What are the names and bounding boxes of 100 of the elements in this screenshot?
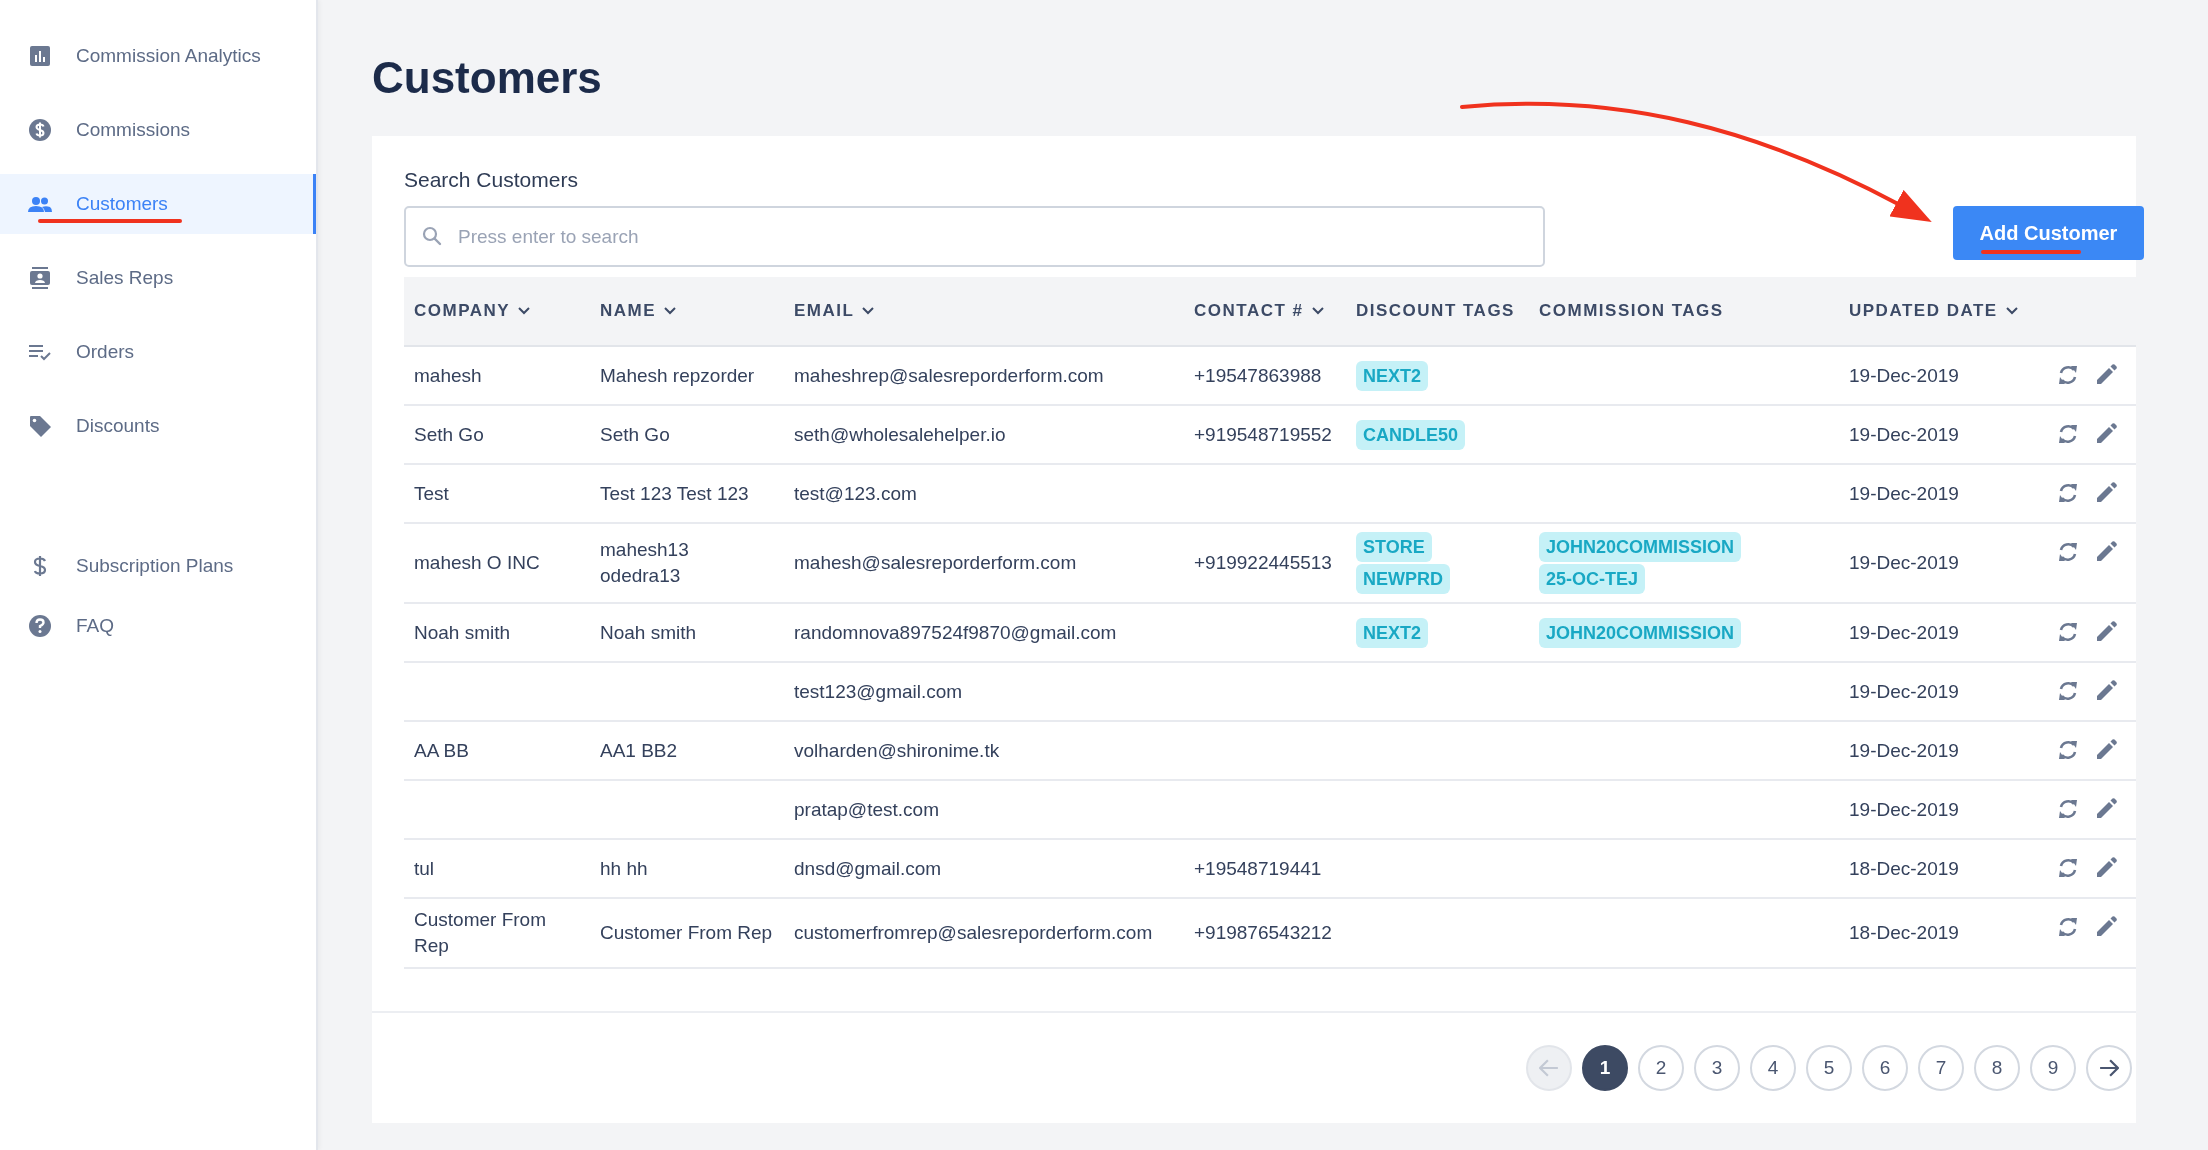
page-button[interactable]: 5 — [1806, 1045, 1852, 1091]
tag: NEXT2 — [1356, 360, 1429, 391]
table-cell-text: 19-Dec-2019 — [1849, 363, 1959, 388]
tag: JOHN20COMMISSION — [1539, 532, 1742, 562]
table-cell-text: Test 123 Test 123 — [600, 481, 749, 506]
arrow-right-icon — [2099, 1059, 2119, 1077]
table-cell-text: Seth Go — [414, 422, 484, 447]
table-cell-text: test123@gmail.com — [794, 679, 963, 704]
page-button[interactable]: 8 — [1974, 1045, 2020, 1091]
table-cell-text: 19-Dec-2019 — [1849, 481, 1959, 506]
edit-icon[interactable] — [2094, 797, 2118, 821]
tag: CANDLE50 — [1356, 419, 1466, 450]
edit-icon[interactable] — [2094, 856, 2118, 880]
column-header: DISCOUNT TAGS — [1355, 300, 1516, 322]
question-icon — [28, 614, 52, 638]
dollar-coin-icon — [28, 118, 52, 142]
chevron-down-icon — [862, 307, 875, 315]
page-button[interactable]: 2 — [1638, 1045, 1684, 1091]
refresh-icon[interactable] — [2056, 422, 2080, 446]
table-cell-text: 19-Dec-2019 — [1849, 679, 1959, 704]
edit-icon[interactable] — [2094, 915, 2118, 939]
edit-icon[interactable] — [2094, 481, 2118, 505]
page-button[interactable]: 4 — [1750, 1045, 1796, 1091]
sidebar-item[interactable]: Orders — [0, 322, 316, 382]
sidebar-item[interactable]: Commissions — [0, 100, 316, 160]
table-cell-text: test@123.com — [794, 481, 917, 506]
table-cell-text: pratap@test.com — [794, 797, 939, 822]
edit-icon[interactable] — [2094, 363, 2118, 387]
table-cell-text: Customer From Rep — [414, 908, 547, 958]
edit-icon[interactable] — [2094, 679, 2118, 703]
table-cell-text: mahesh — [414, 363, 482, 388]
table-cell-text: 19-Dec-2019 — [1849, 797, 1959, 822]
table-cell-text: dnsd@gmail.com — [794, 856, 942, 881]
search-icon — [422, 226, 442, 246]
page-button[interactable]: 7 — [1918, 1045, 1964, 1091]
column-header[interactable]: UPDATED DATE — [1839, 277, 2022, 345]
column-header[interactable]: EMAIL — [784, 277, 1184, 345]
table-cell-text: mahesh O INC — [414, 551, 540, 575]
column-header[interactable]: NAME — [590, 277, 784, 345]
table-cell-text: Noah smith — [600, 620, 697, 645]
table-cell-text: mahesh@salesreporderform.com — [794, 551, 1077, 575]
sidebar-item[interactable]: Sales Reps — [0, 248, 316, 308]
chevron-down-icon — [664, 307, 677, 315]
table-cell-text: +19548719441 — [1194, 856, 1322, 881]
column-header: COMMISSION TAGS — [1538, 300, 1725, 322]
page-title: Customers — [372, 52, 603, 104]
table-cell-text: +19547863988 — [1194, 363, 1322, 388]
table-cell-text: Mahesh repzorder — [600, 363, 755, 388]
refresh-icon[interactable] — [2056, 620, 2080, 644]
refresh-icon[interactable] — [2056, 856, 2080, 880]
column-header[interactable]: COMPANY — [404, 277, 590, 345]
refresh-icon[interactable] — [2056, 738, 2080, 762]
tag: STORE — [1356, 532, 1432, 562]
chevron-down-icon — [1311, 307, 1324, 315]
table-cell-text: +919922445513 — [1194, 551, 1332, 575]
table-cell-text: tul — [414, 856, 435, 881]
page-button[interactable]: 6 — [1862, 1045, 1908, 1091]
refresh-icon[interactable] — [2056, 540, 2080, 564]
table-cell-text: mahesh13 odedra13 — [600, 538, 690, 588]
chevron-down-icon — [518, 307, 531, 315]
table-cell-text: 18-Dec-2019 — [1849, 921, 1959, 945]
column-header[interactable]: CONTACT # — [1184, 277, 1346, 345]
sidebar-item[interactable]: FAQ — [0, 596, 316, 656]
sidebar-item[interactable]: Commission Analytics — [0, 26, 316, 86]
tag: 25-OC-TEJ — [1539, 564, 1646, 594]
table-cell-text: randomnova897524f9870@gmail.com — [794, 620, 1117, 645]
tag: NEWPRD — [1356, 564, 1450, 594]
tag-icon — [28, 414, 52, 438]
table-cell-text: hh hh — [600, 856, 648, 881]
refresh-icon[interactable] — [2056, 363, 2080, 387]
page-button[interactable]: 9 — [2030, 1045, 2076, 1091]
refresh-icon[interactable] — [2056, 481, 2080, 505]
table-cell-text: AA1 BB2 — [600, 738, 678, 763]
table-cell-text: maheshrep@salesreporderform.com — [794, 363, 1104, 388]
page-button[interactable]: 3 — [1694, 1045, 1740, 1091]
refresh-icon[interactable] — [2056, 915, 2080, 939]
search-field[interactable]: Press enter to search — [404, 206, 1545, 267]
page-button[interactable]: 1 — [1582, 1045, 1628, 1091]
edit-icon[interactable] — [2094, 540, 2118, 564]
edit-icon[interactable] — [2094, 738, 2118, 762]
sidebar-item[interactable]: Subscription Plans — [0, 536, 316, 596]
table-cell-text: Noah smith — [414, 620, 511, 645]
table-cell-text: 19-Dec-2019 — [1849, 422, 1959, 447]
sidebar-item[interactable]: Discounts — [0, 396, 316, 456]
refresh-icon[interactable] — [2056, 679, 2080, 703]
table-cell-text: seth@wholesalehelper.io — [794, 422, 1006, 447]
table-cell-text: Customer From Rep — [600, 921, 773, 945]
table-cell-text: 19-Dec-2019 — [1849, 551, 1959, 575]
tag: JOHN20COMMISSION — [1539, 617, 1742, 648]
edit-icon[interactable] — [2094, 422, 2118, 446]
edit-icon[interactable] — [2094, 620, 2118, 644]
tag: NEXT2 — [1356, 617, 1429, 648]
next-page-button[interactable] — [2086, 1045, 2132, 1091]
table-cell-text: AA BB — [414, 738, 469, 763]
arrow-left-icon — [1539, 1059, 1559, 1077]
table-cell-text: volharden@shironime.tk — [794, 738, 1000, 763]
table-cell-text: customerfromrep@salesreporderform.com — [794, 921, 1153, 945]
refresh-icon[interactable] — [2056, 797, 2080, 821]
chevron-down-icon — [2005, 307, 2018, 315]
chart-icon — [28, 44, 52, 68]
